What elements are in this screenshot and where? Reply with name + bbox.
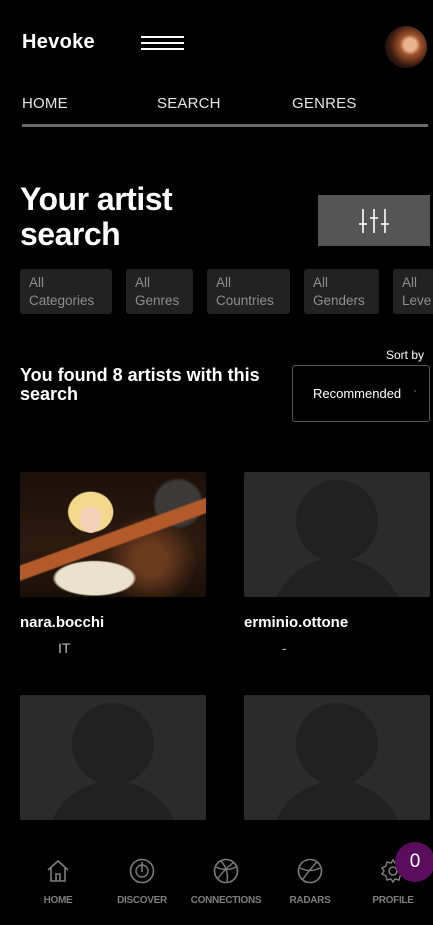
sort-label: Sort by [386, 348, 425, 362]
home-icon [47, 859, 69, 882]
artist-card[interactable]: nara.bocchi IT [20, 472, 206, 656]
artist-country: IT [58, 640, 71, 656]
bottom-nav-radars[interactable]: RADARS [288, 858, 332, 906]
bottom-nav-connections[interactable]: CONNECTIONS [186, 858, 266, 906]
artist-name[interactable]: erminio.ottone [244, 614, 430, 631]
user-avatar[interactable] [385, 26, 427, 68]
user-silhouette-icon [296, 703, 378, 785]
bottom-nav-discover[interactable]: DISCOVER [114, 858, 170, 906]
sliders-icon [359, 208, 389, 233]
artist-card[interactable] [244, 695, 430, 820]
app-logo[interactable]: Hevoke [22, 31, 95, 54]
artist-photo-placeholder[interactable] [244, 472, 430, 597]
sort-select[interactable]: Recommended ‘ [292, 365, 430, 422]
filter-chip-genders[interactable]: All Genders [304, 269, 379, 314]
user-silhouette-icon [296, 480, 378, 562]
filter-chip-genres[interactable]: All Genres [126, 269, 193, 314]
filter-chip-categories[interactable]: All Categories [20, 269, 112, 314]
artist-card[interactable] [20, 695, 206, 820]
tab-genres[interactable]: GENRES [292, 95, 357, 112]
app-header: Hevoke [0, 0, 433, 90]
artist-country: - [282, 640, 287, 656]
tab-home[interactable]: HOME [22, 95, 68, 112]
artist-photo[interactable] [20, 472, 206, 597]
filter-chip-levels[interactable]: All Leve [393, 269, 433, 314]
bottom-nav: HOME DISCOVER CONNECTIONS RADARS PROFILE [0, 840, 433, 925]
chevron-down-icon: ‘ [414, 389, 416, 398]
tab-search[interactable]: SEARCH [157, 95, 221, 112]
results-count: You found 8 artists with this search [20, 365, 260, 404]
filter-chip-countries[interactable]: All Countries [207, 269, 290, 314]
radar-icon [297, 858, 323, 884]
top-nav: HOME SEARCH GENRES [22, 93, 428, 127]
artist-photo-placeholder[interactable] [244, 695, 430, 820]
bottom-nav-home[interactable]: HOME [40, 858, 76, 906]
connections-icon [213, 858, 239, 884]
discover-icon [129, 858, 155, 884]
page-title: Your artist search [20, 181, 173, 252]
menu-icon[interactable] [141, 36, 184, 52]
user-silhouette-icon [72, 703, 154, 785]
artist-photo-placeholder[interactable] [20, 695, 206, 820]
artist-card[interactable]: erminio.ottone - [244, 472, 430, 656]
filter-chips: All Categories All Genres All Countries All… [20, 269, 433, 314]
sort-selected-value: Recommended [313, 386, 402, 401]
artist-name[interactable]: nara.bocchi [20, 614, 206, 631]
notification-badge[interactable]: 0 [395, 842, 433, 882]
filter-button[interactable] [318, 195, 430, 246]
